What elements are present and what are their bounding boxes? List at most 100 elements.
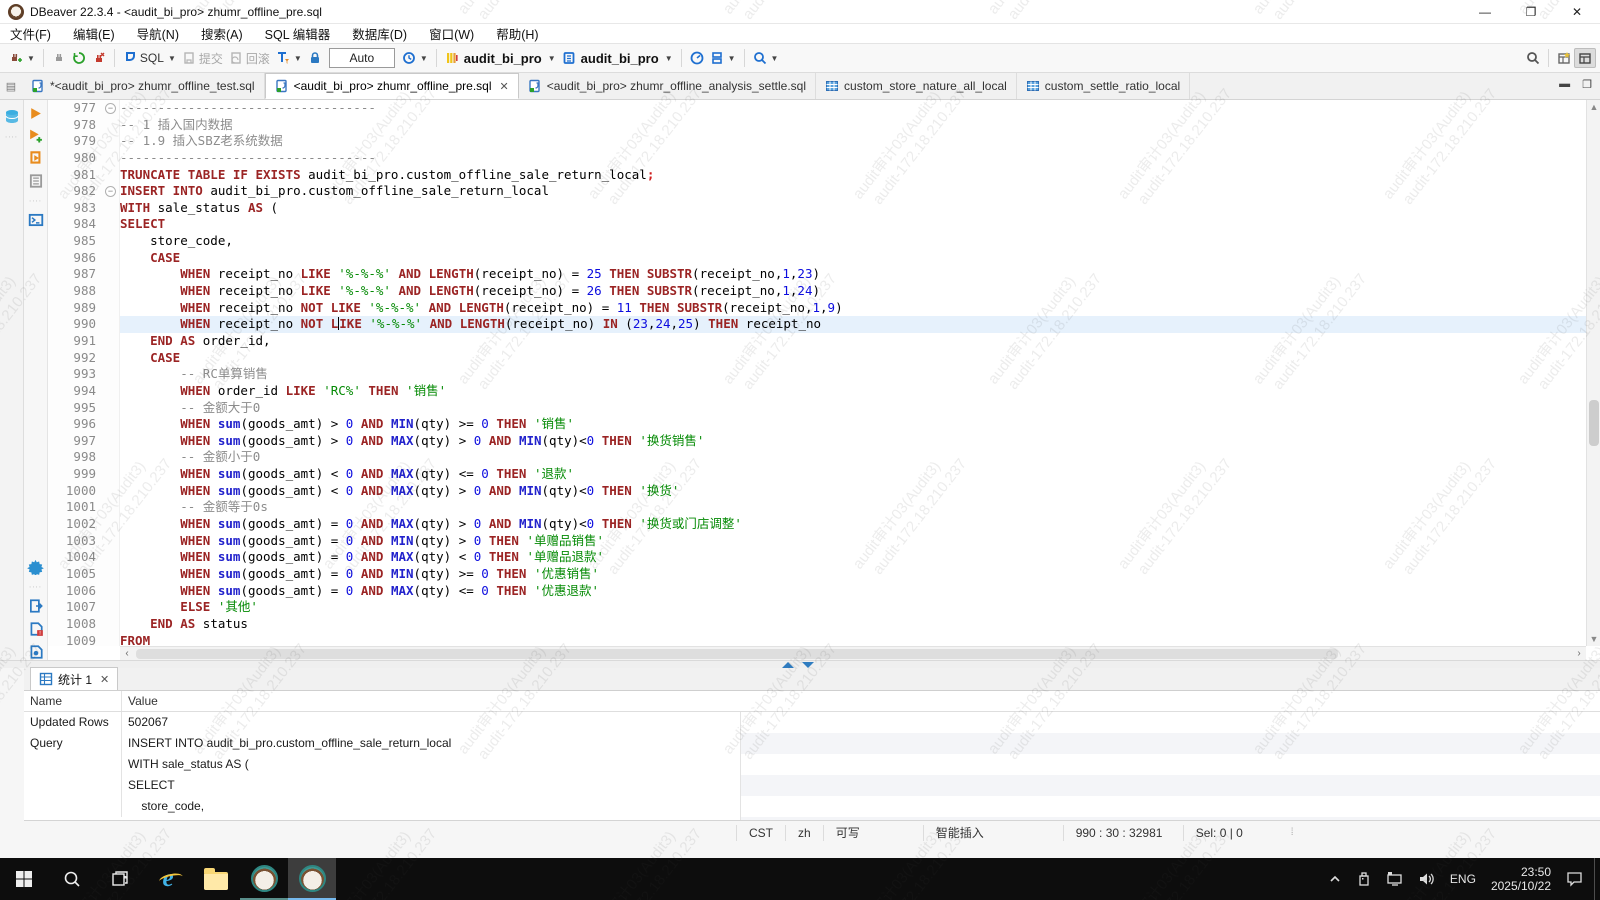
menu-help[interactable]: 帮助(H) [496, 24, 538, 43]
code-line[interactable]: WHEN sum(goods_amt) > 0 AND MIN(qty) >= … [120, 416, 1586, 433]
taskbar-search-button[interactable] [48, 858, 96, 900]
code-line[interactable]: INSERT INTO audit_bi_pro.custom_offline_… [120, 183, 1586, 200]
explain-plan-button[interactable] [28, 173, 44, 189]
close-button[interactable]: ✕ [1554, 0, 1600, 24]
status-caret-position[interactable]: 990 : 30 : 32981 [1063, 825, 1183, 841]
open-perspective-button[interactable] [1554, 49, 1574, 67]
chevron-down-icon[interactable]: ▼ [294, 54, 302, 63]
vertical-scrollbar[interactable]: ▲ ▼ [1586, 100, 1600, 646]
code-line-current[interactable]: WHEN receipt_no NOT LIKE '%-%-%' AND LEN… [120, 316, 1586, 333]
status-insert-mode[interactable]: 智能插入 [923, 825, 1063, 841]
grid-cell-value[interactable]: INSERT INTO audit_bi_pro.custom_offline_… [122, 733, 1600, 817]
code-line[interactable]: WHEN sum(goods_amt) > 0 AND MAX(qty) > 0… [120, 433, 1586, 450]
code-line[interactable]: WITH sale_status AS ( [120, 200, 1586, 217]
maximize-button[interactable]: ❐ [1508, 0, 1554, 24]
chevron-down-icon[interactable]: ▼ [420, 54, 428, 63]
fold-collapse-icon[interactable]: − [105, 186, 116, 197]
export-button[interactable]: ▼ [707, 49, 739, 67]
volume-icon[interactable] [1411, 858, 1443, 900]
save-warning-doc-button[interactable]: ! [28, 621, 44, 637]
rollback-button[interactable]: 回滚 [226, 48, 273, 69]
usb-device-icon[interactable] [1349, 858, 1379, 900]
tab-custom-store-nature-all-local[interactable]: custom_store_nature_all_local [816, 73, 1017, 99]
grid-cell-value[interactable]: 502067 [122, 712, 1600, 733]
action-center-icon[interactable] [1559, 858, 1590, 900]
doc-info-button[interactable] [28, 644, 44, 660]
scroll-left-arrow[interactable]: ‹ [120, 647, 134, 660]
menu-database[interactable]: 数据库(D) [352, 24, 407, 43]
tab-zhumr-offline-pre[interactable]: <audit_bi_pro> zhumr_offline_pre.sql ✕ [265, 73, 519, 99]
tab-statistics[interactable]: 统计 1 ✕ [30, 667, 118, 690]
chevron-down-icon[interactable]: ▼ [771, 54, 779, 63]
code-line[interactable]: CASE [120, 250, 1586, 267]
column-header-value[interactable]: Value [122, 691, 1600, 711]
sql-console-button[interactable] [28, 212, 44, 228]
code-line[interactable]: FROM [120, 633, 1586, 647]
menu-edit[interactable]: 编辑(E) [73, 24, 115, 43]
grid-cell-name[interactable]: Query [24, 733, 122, 817]
chevron-down-icon[interactable]: ▼ [168, 54, 176, 63]
code-line[interactable]: WHEN sum(goods_amt) = 0 AND MAX(qty) > 0… [120, 516, 1586, 533]
tray-chevron-up-icon[interactable] [1321, 858, 1349, 900]
tab-zhumr-offline-test[interactable]: *<audit_bi_pro> zhumr_offline_test.sql [22, 73, 265, 99]
code-line[interactable]: store_code, [120, 233, 1586, 250]
menu-sql-editor[interactable]: SQL 编辑器 [265, 24, 331, 43]
scroll-up-arrow[interactable]: ▲ [1587, 100, 1600, 114]
code-line[interactable]: SELECT [120, 216, 1586, 233]
column-header-name[interactable]: Name [24, 691, 122, 711]
tab-zhumr-offline-analysis-settle[interactable]: <audit_bi_pro> zhumr_offline_analysis_se… [519, 73, 816, 99]
code-line[interactable]: END AS status [120, 616, 1586, 633]
code-line[interactable]: -- 1.9 插入SBZ老系统数据 [120, 133, 1586, 150]
global-search-button[interactable] [1523, 49, 1543, 67]
minimize-button[interactable]: — [1462, 0, 1508, 24]
task-view-button[interactable] [96, 858, 144, 900]
connect-button[interactable] [49, 49, 69, 67]
execute-new-tab-button[interactable] [28, 128, 43, 143]
code-line[interactable]: WHEN sum(goods_amt) = 0 AND MIN(qty) > 0… [120, 533, 1586, 550]
maximize-panel-icon[interactable]: ❐ [1582, 78, 1592, 91]
code-line[interactable]: -- 金额等于0s [120, 499, 1586, 516]
execute-statement-button[interactable] [28, 106, 43, 121]
code-line[interactable]: ---------------------------------- [120, 150, 1586, 167]
code-line[interactable]: -- RC单算销售 [120, 366, 1586, 383]
schema-selector[interactable]: audit_bi_pro ▼ [559, 49, 676, 68]
show-desktop-button[interactable] [1594, 858, 1600, 900]
code-line[interactable]: CASE [120, 350, 1586, 367]
disconnect-button[interactable] [89, 49, 109, 67]
grid-cell-name[interactable]: Updated Rows [24, 712, 122, 733]
status-writable[interactable]: 可写 [823, 825, 923, 841]
code-line[interactable]: ---------------------------------- [120, 100, 1586, 117]
dashboard-button[interactable] [687, 49, 707, 67]
commit-button[interactable]: 提交 [179, 48, 226, 69]
file-explorer-icon[interactable] [192, 858, 240, 900]
code-line[interactable]: END AS order_id, [120, 333, 1586, 350]
dbeaver-taskbar-icon[interactable] [240, 858, 288, 900]
chevron-down-icon[interactable]: ▼ [27, 54, 35, 63]
menu-navigate[interactable]: 导航(N) [137, 24, 179, 43]
execute-script-button[interactable] [28, 150, 44, 166]
chevron-down-icon[interactable]: ▼ [728, 54, 736, 63]
code-line[interactable]: WHEN order_id LIKE 'RC%' THEN '销售' [120, 383, 1586, 400]
code-line[interactable]: -- 金额小于0 [120, 449, 1586, 466]
lock-icon[interactable] [305, 49, 325, 67]
scroll-right-arrow[interactable]: › [1572, 647, 1586, 660]
code-line[interactable]: ELSE '其他' [120, 599, 1586, 616]
history-button[interactable]: ▼ [399, 49, 431, 67]
sql-search-button[interactable]: ▼ [750, 49, 782, 67]
code-line[interactable]: WHEN sum(goods_amt) = 0 AND MAX(qty) < 0… [120, 549, 1586, 566]
grid-row[interactable]: QueryINSERT INTO audit_bi_pro.custom_off… [24, 733, 1600, 817]
sql-editor-viewport[interactable]: 9779789799809819829839849859869879889899… [48, 100, 1600, 660]
tab-close-icon[interactable]: ✕ [500, 80, 509, 93]
internet-explorer-icon[interactable]: e [144, 858, 192, 900]
tab-close-icon[interactable]: ✕ [100, 673, 109, 686]
export-result-button[interactable] [28, 598, 44, 614]
database-navigator-icon[interactable] [3, 108, 21, 126]
new-connection-button[interactable]: ▼ [6, 49, 38, 67]
network-icon[interactable] [1379, 858, 1411, 900]
code-line[interactable]: WHEN receipt_no LIKE '%-%-%' AND LENGTH(… [120, 266, 1586, 283]
menu-search[interactable]: 搜索(A) [201, 24, 243, 43]
code-line[interactable]: WHEN sum(goods_amt) = 0 AND MIN(qty) >= … [120, 566, 1586, 583]
code-line[interactable]: WHEN sum(goods_amt) < 0 AND MAX(qty) <= … [120, 466, 1586, 483]
minimize-panel-icon[interactable]: ▬ [1559, 78, 1570, 91]
code-line[interactable]: WHEN sum(goods_amt) < 0 AND MAX(qty) > 0… [120, 483, 1586, 500]
